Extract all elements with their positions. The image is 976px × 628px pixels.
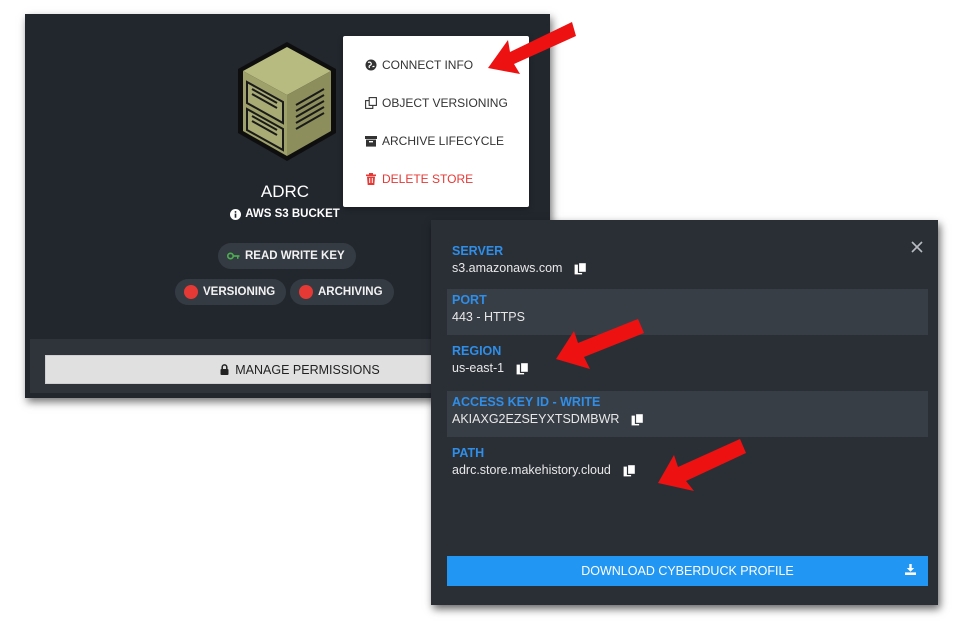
field-access-key-id: ACCESS KEY ID - WRITE AKIAXG2EZSEYXTSDMB… [447,391,928,437]
download-icon [905,564,916,575]
field-server: SERVER s3.amazonaws.com [447,240,928,286]
menu-item-archive-lifecycle[interactable]: ARCHIVE LIFECYCLE [343,128,529,154]
storage-cabinet-icon [238,42,336,161]
key-icon [227,252,240,260]
trash-icon [366,173,376,185]
store-type: AWS S3 BUCKET [25,208,545,220]
lock-icon [220,364,229,375]
status-dot-icon [299,285,313,299]
annotation-arrow-icon [658,439,746,491]
archive-icon [365,136,377,147]
field-label-region: REGION [452,344,502,358]
download-button-label: DOWNLOAD CYBERDUCK PROFILE [581,564,794,578]
field-value-path: adrc.store.makehistory.cloud [452,463,611,477]
field-region: REGION us-east-1 [447,340,928,386]
field-value-region: us-east-1 [452,361,505,375]
copy-icon[interactable] [516,361,530,375]
download-cyberduck-profile-button[interactable]: DOWNLOAD CYBERDUCK PROFILE [447,556,928,586]
field-value-access-key-id: AKIAXG2EZSEYXTSDMBWR [452,412,620,426]
archive-lifecycle-label: ARCHIVE LIFECYCLE [382,134,505,148]
store-type-label: AWS S3 BUCKET [245,208,340,220]
field-port: PORT 443 - HTTPS [447,289,928,335]
read-write-key-badge[interactable]: READ WRITE KEY [218,243,356,269]
menu-item-delete-store[interactable]: DELETE STORE [343,166,529,192]
read-write-key-label: READ WRITE KEY [245,250,345,262]
copy-icon[interactable] [623,463,636,477]
copy-icon [365,97,377,109]
connect-info-panel: SERVER s3.amazonaws.com PORT 443 - HTTPS… [431,220,938,605]
versioning-badge[interactable]: VERSIONING [175,279,287,305]
field-value-server: s3.amazonaws.com [452,261,563,275]
field-label-server: SERVER [452,244,504,258]
field-label-port: PORT [452,293,487,307]
status-dot-icon [184,285,198,299]
object-versioning-label: OBJECT VERSIONING [382,96,508,110]
globe-icon [365,59,377,71]
annotation-arrow-icon [556,319,644,369]
manage-permissions-label: MANAGE PERMISSIONS [235,362,380,377]
info-icon [230,208,242,220]
delete-store-label: DELETE STORE [382,172,474,186]
copy-icon[interactable] [631,412,645,426]
field-label-access-key-id: ACCESS KEY ID - WRITE [452,395,601,409]
copy-icon[interactable] [574,261,588,275]
versioning-label: VERSIONING [203,286,276,298]
annotation-arrow-icon [488,22,576,74]
field-value-port: 443 - HTTPS [452,310,525,324]
archiving-label: ARCHIVING [318,286,383,298]
archiving-badge[interactable]: ARCHIVING [290,279,394,305]
connect-info-label: CONNECT INFO [382,58,474,72]
menu-item-object-versioning[interactable]: OBJECT VERSIONING [343,90,529,116]
